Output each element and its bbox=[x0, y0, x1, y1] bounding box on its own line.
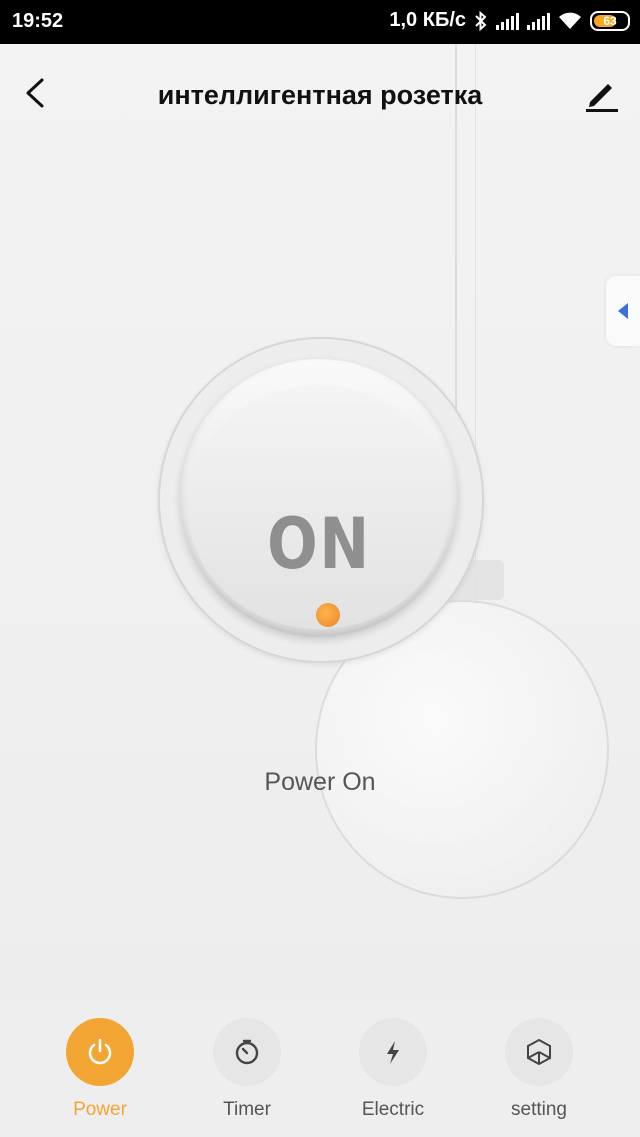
battery-icon: 63 bbox=[590, 10, 630, 31]
power-state-label: ON bbox=[267, 503, 371, 585]
cube-icon bbox=[527, 1038, 551, 1066]
power-icon bbox=[88, 1038, 112, 1065]
power-button-ring: ON bbox=[180, 359, 458, 637]
chevron-left-icon bbox=[618, 303, 628, 319]
battery-level: 63 bbox=[603, 13, 617, 28]
edit-pencil-icon[interactable] bbox=[582, 74, 622, 114]
nav-label-setting: setting bbox=[511, 1099, 567, 1120]
nav-item-setting[interactable]: setting bbox=[479, 1018, 599, 1121]
nav-label-electric: Electric bbox=[361, 1099, 425, 1120]
lightning-icon bbox=[387, 1041, 399, 1064]
status-time: 19:52 bbox=[12, 10, 64, 32]
power-indicator-dot bbox=[316, 603, 340, 627]
nav-power-circle bbox=[66, 1018, 134, 1086]
wifi-icon bbox=[559, 12, 581, 29]
signal-icon-2 bbox=[527, 12, 550, 30]
status-icons: 1,0 КБ/с 63 bbox=[389, 9, 630, 32]
bottom-nav: Power Timer Electric setting bbox=[0, 1000, 640, 1137]
signal-icon bbox=[496, 12, 519, 30]
network-speed: 1,0 КБ/с bbox=[389, 9, 466, 31]
nav-electric-circle bbox=[359, 1018, 427, 1086]
nav-timer-circle bbox=[213, 1018, 281, 1086]
nav-item-electric[interactable]: Electric bbox=[333, 1018, 453, 1121]
header: интеллигентная розетка bbox=[0, 44, 640, 144]
nav-item-power[interactable]: Power bbox=[40, 1018, 160, 1121]
nav-setting-circle bbox=[505, 1018, 573, 1086]
nav-item-timer[interactable]: Timer bbox=[187, 1018, 307, 1121]
status-bar: 19:52 1,0 КБ/с 63 bbox=[0, 0, 640, 44]
bluetooth-icon bbox=[475, 10, 487, 31]
nav-label-timer: Timer bbox=[223, 1099, 271, 1120]
power-button-face: ON bbox=[188, 385, 450, 629]
side-drawer-tab[interactable] bbox=[606, 276, 640, 346]
timer-icon bbox=[235, 1039, 259, 1065]
power-status-text: Power On bbox=[264, 768, 376, 796]
page-title: интеллигентная розетка bbox=[157, 80, 483, 110]
power-toggle-button[interactable]: ON bbox=[158, 337, 484, 663]
nav-label-power: Power bbox=[73, 1099, 127, 1120]
